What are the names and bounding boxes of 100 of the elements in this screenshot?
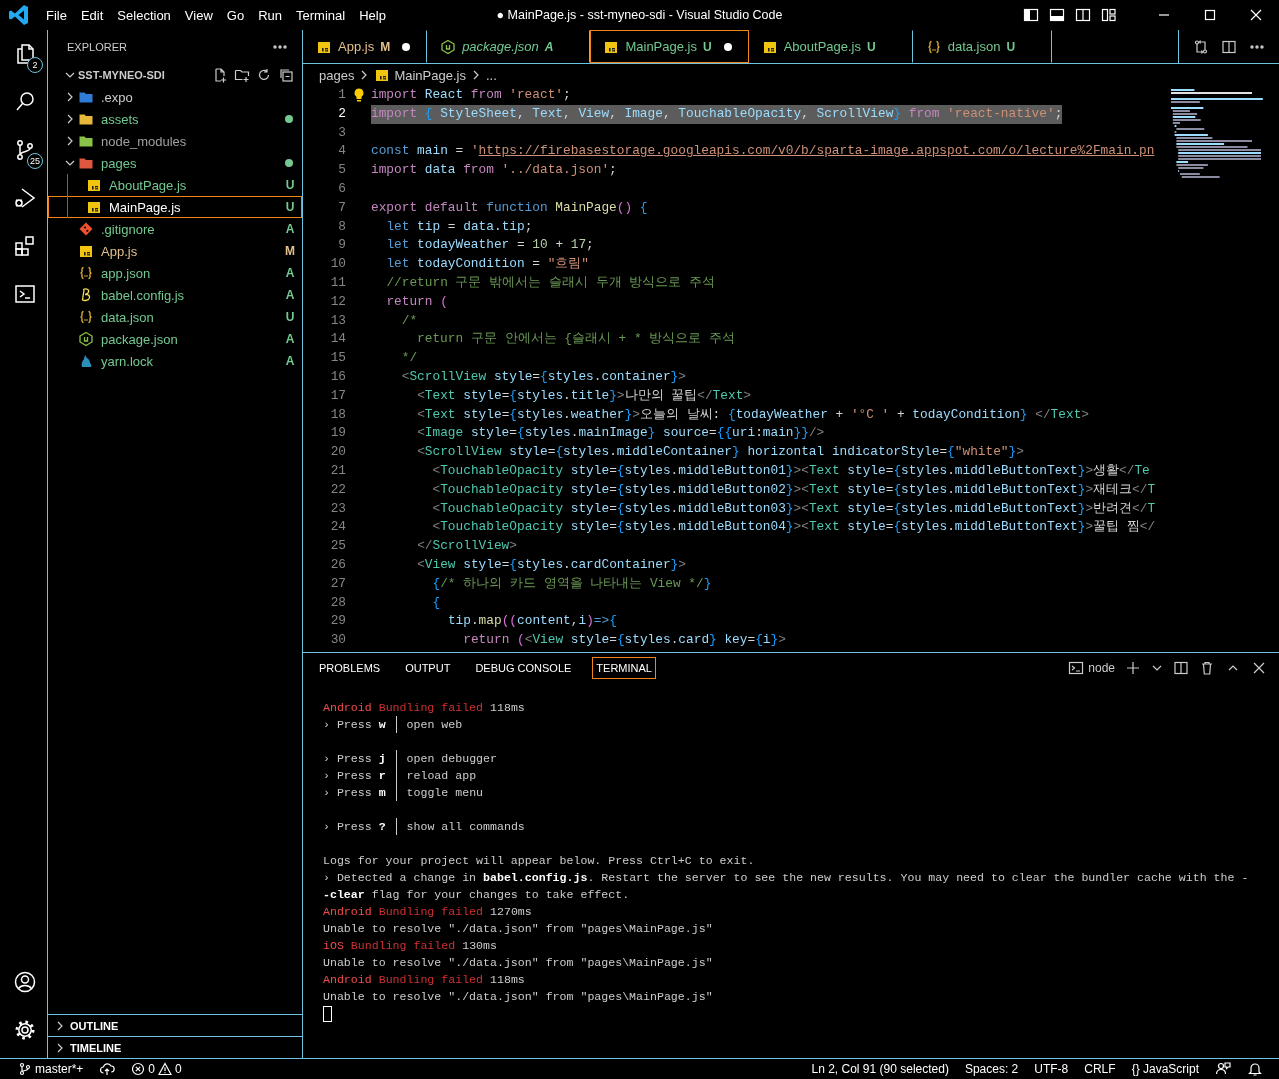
breadcrumb-item[interactable]: pages xyxy=(319,67,355,83)
code-line: let tip = data.tip; xyxy=(385,217,533,236)
js-file-icon xyxy=(78,243,94,259)
line-number: 27 xyxy=(329,574,346,593)
terminal-line: › Press j open debugger xyxy=(323,750,498,767)
code-line: import data from '../data.json'; xyxy=(371,161,617,180)
menu-item[interactable]: Go xyxy=(219,4,252,26)
panel-tab[interactable]: TERMINAL xyxy=(592,657,656,679)
explorer-entry[interactable]: AboutPage.js U xyxy=(48,174,302,196)
section-header[interactable]: TIMELINE xyxy=(48,1036,302,1058)
explorer-entry[interactable]: babel.config.js A xyxy=(48,284,302,306)
code-line: <TouchableOpacity style={styles.middleButton04}><Text style={styles.middleButtonText}>꿀팁 찜</ xyxy=(431,518,1156,537)
extensions-icon[interactable] xyxy=(12,234,37,258)
hexagon-icon xyxy=(78,331,94,347)
compare-icon[interactable] xyxy=(1193,38,1209,55)
problems-indicator[interactable]: 0 0 xyxy=(125,1062,188,1076)
breadcrumb-item[interactable]: MainPage.js xyxy=(374,67,466,83)
trash-icon[interactable] xyxy=(1199,660,1215,676)
logo-icon xyxy=(7,3,31,27)
terminal-selector[interactable]: node xyxy=(1068,660,1115,676)
code-line: <ScrollView style={styles.container}> xyxy=(400,367,686,386)
line-number: 21 xyxy=(329,461,346,480)
line-number: 14 xyxy=(329,330,346,349)
code-line: //return 구문 밖에서는 슬래시 두개 방식으로 주석 xyxy=(385,273,715,292)
terminal-icon[interactable] xyxy=(12,282,37,306)
menu-item[interactable]: Help xyxy=(352,4,393,26)
explorer-entry[interactable]: MainPage.js U xyxy=(48,196,302,218)
run-debug-icon[interactable] xyxy=(12,186,37,210)
git-status: A xyxy=(284,222,296,236)
new-file-icon[interactable] xyxy=(212,67,228,83)
breadcrumb-item[interactable]: ... xyxy=(485,67,497,83)
terminal-line: Android Bundling failed 118ms xyxy=(323,700,526,716)
code-line: <View style={styles.cardContainer}> xyxy=(416,555,686,574)
explorer-entry[interactable]: data.json U xyxy=(48,306,302,328)
git-status: M xyxy=(284,244,296,258)
count-badge: 2 xyxy=(27,57,43,73)
explorer-entry[interactable]: App.js M xyxy=(48,240,302,262)
explorer-entry[interactable]: yarn.lock A xyxy=(48,350,302,372)
line-number: 5 xyxy=(337,161,346,180)
new-folder-icon[interactable] xyxy=(234,67,250,83)
status-item[interactable]: CRLF xyxy=(1078,1062,1122,1076)
project-header[interactable]: SST-MYNEO-SDI xyxy=(48,64,302,86)
refresh-icon[interactable] xyxy=(256,67,272,83)
menu-item[interactable]: Selection xyxy=(110,4,178,26)
warning-icon xyxy=(158,1062,173,1076)
split-layout-icon[interactable] xyxy=(1075,7,1091,23)
line-number: 23 xyxy=(329,499,346,518)
explorer-entry[interactable]: .gitignore A xyxy=(48,218,302,240)
panel-tab[interactable]: OUTPUT xyxy=(401,657,455,679)
code-line: <TouchableOpacity style={styles.middleButton01}><Text style={styles.middleButtonText}>생활</Te xyxy=(431,461,1150,480)
status-item[interactable]: Spaces: 2 xyxy=(958,1062,1025,1076)
code-line: /* xyxy=(400,311,418,330)
panel-title: EXPLORER xyxy=(67,41,127,53)
explorer-entry[interactable]: package.json A xyxy=(48,328,302,350)
line-number: 2 xyxy=(337,104,346,123)
code-line: <ScrollView style={styles.middleContainer} horizontal indicatorStyle={"white"}> xyxy=(416,443,1024,462)
editor-tab[interactable]: MainPage.js U xyxy=(590,30,749,63)
code-line: export default function MainPage() { xyxy=(371,198,648,217)
terminal-line: › Detected a change in babel.config.js. Restart the server to see the new results. You may need to clear the bundler cache with the - xyxy=(323,870,1250,886)
status-item[interactable]: UTF-8 xyxy=(1028,1062,1075,1076)
layout-icon[interactable] xyxy=(1101,7,1117,23)
explorer-entry[interactable]: app.json A xyxy=(48,262,302,284)
collapse-icon[interactable] xyxy=(278,67,294,83)
panel-tab[interactable]: DEBUG CONSOLE xyxy=(471,657,576,679)
line-number: 19 xyxy=(329,424,346,443)
explorer-entry[interactable]: assets xyxy=(48,108,302,130)
line-number: 22 xyxy=(329,480,346,499)
line-number: 9 xyxy=(337,236,346,255)
explorer-entry[interactable]: pages xyxy=(48,152,302,174)
menu-item[interactable]: Edit xyxy=(73,4,111,26)
branch-indicator[interactable]: master*+ xyxy=(12,1062,90,1076)
terminal-line: iOS Bundling failed 130ms xyxy=(323,938,498,954)
menu-item[interactable]: Terminal xyxy=(289,4,353,26)
line-number: 11 xyxy=(329,273,346,292)
line-number: 6 xyxy=(337,180,346,198)
language-indicator[interactable]: {} JavaScript xyxy=(1125,1062,1205,1076)
panel-toggle-icon[interactable] xyxy=(1049,7,1065,23)
line-number: 18 xyxy=(329,405,346,424)
line-number: 15 xyxy=(329,349,346,368)
terminal-line: -clear flag for your changes to take effect. xyxy=(323,887,631,903)
explorer-entry[interactable]: .expo xyxy=(48,86,302,108)
status-item[interactable]: Ln 2, Col 91 (90 selected) xyxy=(805,1062,955,1076)
section-header[interactable]: OUTLINE xyxy=(48,1014,302,1036)
plus-icon[interactable] xyxy=(1125,660,1141,676)
split-editor-icon[interactable] xyxy=(1221,38,1237,55)
panel-tab[interactable]: PROBLEMS xyxy=(315,657,385,679)
menu-item[interactable]: File xyxy=(39,4,74,26)
line-number: 17 xyxy=(329,386,346,405)
menu-item[interactable]: Run xyxy=(251,4,289,26)
line-number: 1 xyxy=(337,86,346,104)
line-number: 3 xyxy=(337,123,346,142)
line-number: 7 xyxy=(337,198,346,217)
sidebar-toggle-icon[interactable] xyxy=(1023,7,1039,23)
line-number: 29 xyxy=(329,612,346,631)
menu-item[interactable]: View xyxy=(177,4,220,26)
split-icon[interactable] xyxy=(1173,660,1189,676)
code-line: return 구문 안에서는 {슬래시 + * 방식으로 주석 xyxy=(416,330,735,349)
close-icon[interactable] xyxy=(1251,660,1267,676)
explorer-entry[interactable]: node_modules xyxy=(48,130,302,152)
account-icon[interactable] xyxy=(12,970,37,994)
